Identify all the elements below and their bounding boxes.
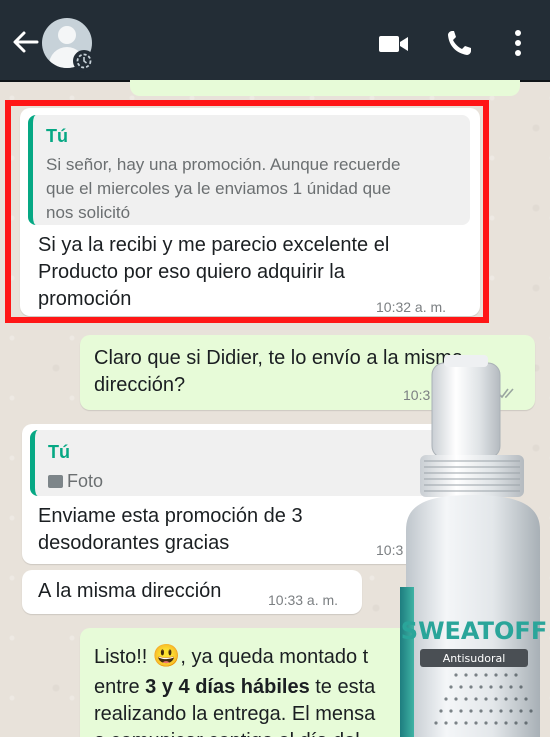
message-text-fragment: , ya queda montado t	[180, 646, 369, 668]
product-subtitle-text: Antisudoral	[443, 652, 506, 665]
message-timestamp: 10:33 a. m.	[268, 592, 339, 608]
message-text-fragment: Listo!!	[94, 646, 153, 668]
highlight-frame	[5, 100, 489, 323]
quote-author: Tú	[48, 442, 70, 462]
message-text-line: entre 3 y 4 días hábiles te esta	[94, 674, 375, 701]
photo-label: Foto	[48, 471, 103, 492]
message-text-fragment: entre	[94, 676, 146, 698]
product-bottle-image: SWEATOFF Antisudoral	[400, 355, 547, 737]
previous-message-bubble	[130, 80, 520, 96]
timer-status-icon	[73, 50, 95, 72]
phone-icon[interactable]	[446, 29, 472, 57]
message-text-line: A la misma dirección	[38, 580, 222, 602]
photo-icon	[48, 475, 63, 488]
message-bold-text: 3 y 4 días hábiles	[145, 676, 310, 698]
product-brand-text: SWEATOFF	[401, 617, 547, 645]
message-bubble-incoming[interactable]: A la misma dirección 10:33 a. m.	[22, 570, 362, 614]
arrow-left-icon[interactable]	[10, 28, 40, 56]
message-text-line: realizando la entrega. El mensa	[94, 703, 376, 725]
message-text-line: dirección?	[94, 374, 186, 396]
message-text-line: Listo!! 😃, ya queda montado t	[94, 642, 368, 671]
video-camera-icon[interactable]	[378, 33, 410, 55]
message-text-line: Enviame esta promoción de 3	[38, 505, 303, 527]
message-text-line: desodorantes gracias	[38, 532, 230, 554]
vertical-dots-icon[interactable]	[512, 28, 524, 58]
photo-label-text: Foto	[67, 471, 104, 491]
grinning-emoji-icon: 😃	[152, 643, 181, 668]
message-text-fragment: te esta	[309, 676, 376, 698]
avatar-head-shape	[58, 26, 76, 44]
chat-header	[0, 0, 550, 82]
message-text-line: a comunicar contigo el día del	[94, 728, 360, 737]
